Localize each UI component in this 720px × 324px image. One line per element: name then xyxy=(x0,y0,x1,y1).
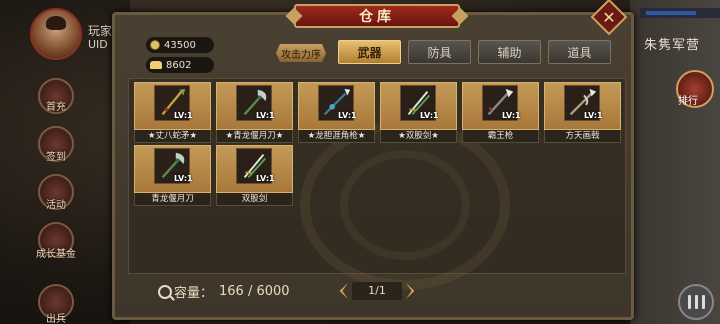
tab-weapons[interactable]: 武器 xyxy=(338,40,401,64)
item-name: 青龙偃月刀 xyxy=(134,193,211,206)
dragon-emblem-inner-decoration xyxy=(340,150,470,260)
warehouse-title-bar: 仓库 xyxy=(294,4,460,28)
capacity-label: 容量： xyxy=(174,286,214,301)
inventory-item[interactable]: LV:1 ★青龙偃月刀★ xyxy=(216,82,293,143)
ranking-label: 排行 xyxy=(678,96,698,107)
copper-coin-value: 43500 xyxy=(164,39,196,51)
player-name: 玩家 xyxy=(88,24,113,38)
tab-armor[interactable]: 防具 xyxy=(408,40,471,64)
exp-bar xyxy=(640,8,720,18)
events-label: 活动 xyxy=(46,200,66,211)
inventory-item[interactable]: LV:1 ★龙胆涯角枪★ xyxy=(298,82,375,143)
inventory-item[interactable]: LV:1 ★双股剑★ xyxy=(380,82,457,143)
item-name: ★丈八蛇矛★ xyxy=(134,130,211,143)
player-uid: UID xyxy=(88,38,108,51)
item-level: LV:1 xyxy=(584,111,603,120)
ingot-icon xyxy=(150,61,162,69)
deploy-label: 出兵 xyxy=(46,314,66,324)
more-menu-button[interactable] xyxy=(678,284,714,320)
item-name: 双股剑 xyxy=(216,193,293,206)
tab-accessories[interactable]: 辅助 xyxy=(478,40,541,64)
item-name: ★龙胆涯角枪★ xyxy=(298,130,375,143)
page-indicator: 1/1 xyxy=(352,282,402,300)
inventory-item[interactable]: LV:1 双股剑 xyxy=(216,145,293,206)
magnifier-icon xyxy=(158,284,172,299)
item-level: LV:1 xyxy=(256,111,275,120)
warehouse-title: 仓库 xyxy=(359,9,395,25)
inventory-item[interactable]: LV:1 青龙偃月刀 xyxy=(134,145,211,206)
item-level: LV:1 xyxy=(256,174,275,183)
prev-page-icon[interactable] xyxy=(339,283,348,299)
item-name: ★青龙偃月刀★ xyxy=(216,130,293,143)
checkin-label: 签到 xyxy=(46,152,66,163)
item-level: LV:1 xyxy=(174,111,193,120)
item-level: LV:1 xyxy=(338,111,357,120)
capacity-value: 166 / 6000 xyxy=(219,284,290,299)
inventory-item[interactable]: LV:1 方天画戟 xyxy=(544,82,621,143)
growth-fund-label: 成长基金 xyxy=(36,249,76,260)
item-name: 霸王枪 xyxy=(462,130,539,143)
inventory-item[interactable]: LV:1 霸王枪 xyxy=(462,82,539,143)
item-level: LV:1 xyxy=(174,174,193,183)
next-page-icon[interactable] xyxy=(406,283,415,299)
camp-title: 朱隽军营 xyxy=(644,38,701,53)
coin-icon xyxy=(150,40,160,50)
item-name: 方天画戟 xyxy=(544,130,621,143)
gold-ingot-value: 8602 xyxy=(166,59,192,71)
inventory-item[interactable]: LV:1 ★丈八蛇矛★ xyxy=(134,82,211,143)
player-avatar[interactable] xyxy=(30,8,82,60)
item-name: ★双股剑★ xyxy=(380,130,457,143)
sort-by-attack-button[interactable]: 攻击力序 xyxy=(276,44,326,62)
gold-ingot-display: 8602 xyxy=(146,57,214,73)
first-recharge-label: 首充 xyxy=(46,102,66,113)
item-level: LV:1 xyxy=(420,111,439,120)
copper-coin-display: 43500 xyxy=(146,37,214,53)
pager: 1/1 xyxy=(334,282,420,300)
tab-items[interactable]: 道具 xyxy=(548,40,611,64)
capacity-display: 容量： 166 / 6000 xyxy=(158,282,290,301)
item-level: LV:1 xyxy=(502,111,521,120)
